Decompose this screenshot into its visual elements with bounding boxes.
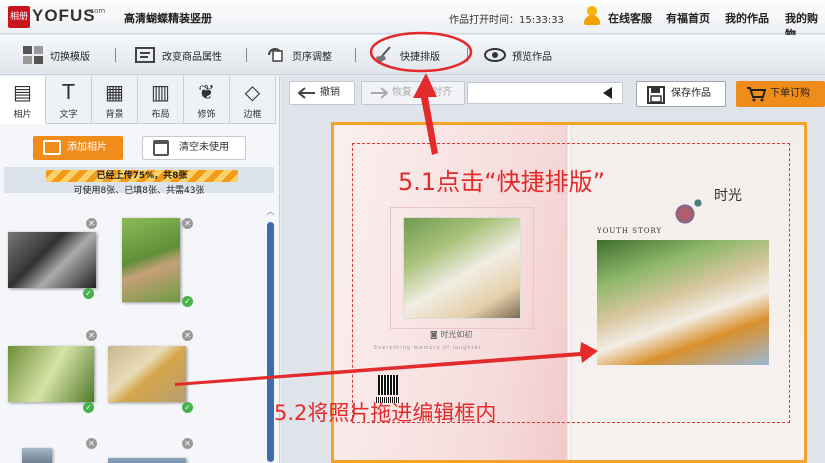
toolbar-divider	[355, 48, 356, 62]
page-order-button[interactable]: 页序调整	[264, 43, 332, 67]
floppy-icon	[647, 86, 665, 104]
scroll-up-icon[interactable]: ︿	[266, 206, 275, 216]
step-annotation-1: 5.1点击“快捷排版”	[398, 168, 606, 196]
toolbar-divider	[467, 48, 468, 62]
photo-count-text: 可使用8张、已填8张、共需43张	[73, 186, 205, 196]
upload-progress-text: 已经上传75%，共8张	[96, 171, 188, 181]
editor-toolbar: 撤销 恢复 对齐 保存作品 下单订购	[281, 76, 825, 110]
redo-button[interactable]: 恢复	[361, 81, 423, 105]
align-button[interactable]: 对齐	[425, 81, 465, 105]
tab-photos[interactable]: ▤ 相片	[0, 76, 46, 124]
online-service-link[interactable]: 在线客服	[608, 10, 652, 26]
toolbar-divider	[115, 48, 116, 62]
add-photo-icon	[43, 140, 61, 155]
photo-thumbnail[interactable]	[22, 448, 52, 463]
undo-icon	[298, 87, 315, 99]
photo-thumbnail[interactable]	[122, 218, 180, 302]
upload-progress-bar: 已经上传75%，共8张	[46, 170, 238, 182]
used-check-icon: ✓	[83, 288, 94, 299]
product-property-icon	[134, 45, 156, 65]
open-time-label: 作品打开时间：	[449, 15, 519, 26]
main-toolbar: 切换模版 改变商品属性 页序调整 快捷排版 预览作品	[0, 35, 825, 75]
decoration-icon: ❦	[198, 80, 215, 104]
cart-icon	[747, 87, 766, 102]
remove-photo-icon[interactable]: ✕	[182, 330, 193, 341]
toolbar-divider	[246, 48, 247, 62]
sidebar-tabs: ▤ 相片 T 文字 ▦ 背景 ▥ 布局 ❦ 修饰 ◇ 边框	[0, 76, 280, 124]
customer-service-icon[interactable]	[583, 6, 601, 26]
film-icon: ▤	[13, 80, 32, 104]
used-check-icon: ✓	[83, 402, 94, 413]
remove-photo-icon[interactable]: ✕	[86, 438, 97, 449]
open-time-value: 15:33:33	[519, 15, 564, 26]
save-work-button[interactable]: 保存作品	[636, 81, 726, 107]
used-check-icon: ✓	[182, 402, 193, 413]
background-icon: ▦	[105, 80, 124, 104]
upload-status: 已经上传75%，共8张 可使用8张、已填8张、共需43张	[4, 167, 274, 196]
eye-icon	[484, 45, 506, 65]
add-photo-button[interactable]: 添加相片	[33, 136, 123, 160]
preview-button[interactable]: 预览作品	[484, 43, 552, 67]
tab-text[interactable]: T 文字	[46, 76, 92, 124]
page-order-icon	[264, 45, 286, 65]
product-title: 高清蝴蝶精装竖册	[124, 12, 212, 25]
photo-thumbnail[interactable]	[8, 346, 94, 402]
used-check-icon: ✓	[182, 296, 193, 307]
dropdown-arrow-icon	[603, 87, 612, 99]
scroll-thumb[interactable]	[267, 222, 274, 462]
place-order-button[interactable]: 下单订购	[736, 81, 825, 107]
broom-icon	[372, 45, 394, 65]
border-icon: ◇	[244, 80, 261, 104]
remove-photo-icon[interactable]: ✕	[182, 438, 193, 449]
remove-photo-icon[interactable]: ✕	[182, 218, 193, 229]
redo-icon	[371, 87, 388, 99]
asset-sidebar: ▤ 相片 T 文字 ▦ 背景 ▥ 布局 ❦ 修饰 ◇ 边框 添加相片 清空未使用	[0, 76, 280, 463]
photo-thumbnail[interactable]	[108, 458, 186, 463]
tab-background[interactable]: ▦ 背景	[92, 76, 138, 124]
top-bar: 相册 YOFUS .com 高清蝴蝶精装竖册 作品打开时间：15:33:33 在…	[0, 0, 825, 41]
remove-photo-icon[interactable]: ✕	[86, 330, 97, 341]
switch-template-button[interactable]: 切换模版	[22, 43, 90, 67]
clear-unused-button[interactable]: 清空未使用	[142, 136, 246, 160]
logo-sup: .com	[88, 7, 106, 15]
tab-decoration[interactable]: ❦ 修饰	[184, 76, 230, 124]
switch-template-icon	[22, 45, 44, 65]
text-icon: T	[62, 80, 75, 104]
undo-button[interactable]: 撤销	[289, 81, 355, 105]
product-property-button[interactable]: 改变商品属性	[134, 43, 222, 67]
logo-mark: 相册	[8, 6, 30, 28]
tab-layout[interactable]: ▥ 布局	[138, 76, 184, 124]
align-select[interactable]	[467, 82, 623, 104]
tab-border[interactable]: ◇ 边框	[230, 76, 276, 124]
open-time: 作品打开时间：15:33:33	[449, 11, 564, 26]
my-works-link[interactable]: 我的作品	[725, 10, 769, 26]
remove-photo-icon[interactable]: ✕	[86, 218, 97, 229]
photo-thumbnail[interactable]	[8, 232, 96, 288]
step-annotation-2: 5.2将照片拖进编辑框内	[274, 401, 497, 425]
home-link[interactable]: 有福首页	[666, 10, 710, 26]
logo-text: YOFUS	[32, 6, 96, 25]
layout-icon: ▥	[151, 80, 170, 104]
quick-layout-button[interactable]: 快捷排版	[372, 43, 440, 67]
photo-thumbnail[interactable]	[108, 346, 186, 402]
trash-icon	[153, 140, 169, 156]
photo-thumbnail-list: ✕ ✓ ✕ ✓ ✕ ✓ ✕ ✓ ✕ ✕	[0, 206, 268, 463]
